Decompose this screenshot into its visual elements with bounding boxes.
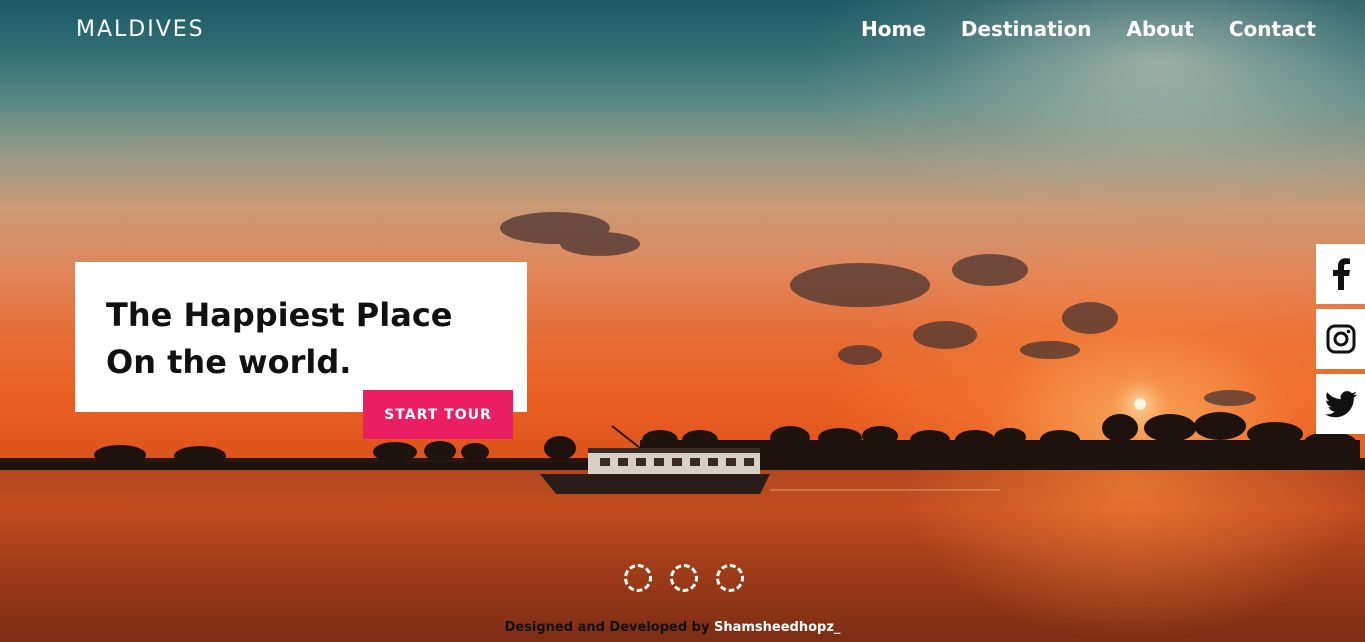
credit-author[interactable]: Shamsheedhopz_ xyxy=(714,620,840,635)
nav-about[interactable]: About xyxy=(1127,17,1194,41)
instagram-link[interactable] xyxy=(1316,309,1365,369)
twitter-link[interactable] xyxy=(1316,374,1365,434)
facebook-link[interactable] xyxy=(1316,244,1365,304)
instagram-icon xyxy=(1326,324,1355,354)
nav-home[interactable]: Home xyxy=(861,17,926,41)
slider-dot[interactable] xyxy=(716,564,744,592)
hero-title-line1: The Happiest Place xyxy=(106,296,453,334)
start-tour-button[interactable]: START TOUR xyxy=(363,390,513,439)
slider-dot[interactable] xyxy=(670,564,698,592)
footer-credit: Designed and Developed by Shamsheedhopz_ xyxy=(0,620,1345,635)
hero-title: The Happiest Place On the world. xyxy=(106,292,506,386)
brand-logo[interactable]: MALDIVES xyxy=(76,17,205,42)
nav-destination[interactable]: Destination xyxy=(961,17,1092,41)
twitter-icon xyxy=(1324,390,1357,417)
hero-title-line2: On the world. xyxy=(106,343,352,381)
slider-dots xyxy=(624,564,744,592)
main-nav: Home Destination About Contact xyxy=(861,17,1316,41)
credit-text: Designed and Developed by xyxy=(504,620,714,635)
social-sidebar xyxy=(1316,244,1365,439)
facebook-icon xyxy=(1332,258,1350,290)
slider-dot[interactable] xyxy=(624,564,652,592)
nav-contact[interactable]: Contact xyxy=(1229,17,1316,41)
